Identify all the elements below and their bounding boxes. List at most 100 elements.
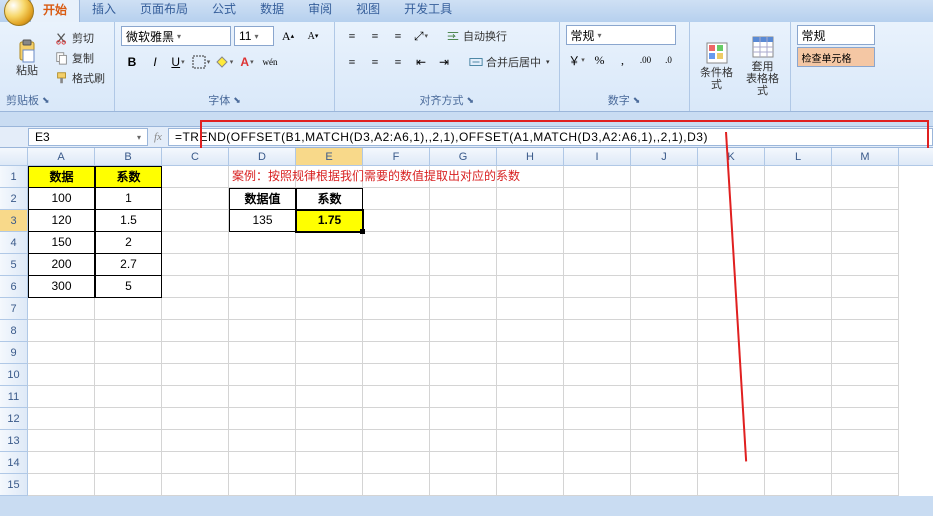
cell-D9[interactable] [229, 342, 296, 364]
align-expand-icon[interactable]: ⬊ [466, 95, 474, 106]
col-header-D[interactable]: D [229, 148, 296, 165]
cell-G15[interactable] [430, 474, 497, 496]
cell-E5[interactable] [296, 254, 363, 276]
cell-K10[interactable] [698, 364, 765, 386]
cell-L2[interactable] [765, 188, 832, 210]
phonetic-button[interactable]: wén [259, 51, 281, 73]
cell-J1[interactable] [631, 166, 698, 188]
cell-G14[interactable] [430, 452, 497, 474]
select-all-corner[interactable] [0, 148, 28, 165]
cell-C6[interactable] [162, 276, 229, 298]
cell-K2[interactable] [698, 188, 765, 210]
cell-D3[interactable]: 135 [229, 210, 296, 232]
cell-G9[interactable] [430, 342, 497, 364]
cell-C3[interactable] [162, 210, 229, 232]
cell-D14[interactable] [229, 452, 296, 474]
italic-button[interactable]: I [144, 51, 166, 73]
col-header-A[interactable]: A [28, 148, 95, 165]
cell-B10[interactable] [95, 364, 162, 386]
cell-L13[interactable] [765, 430, 832, 452]
cell-G4[interactable] [430, 232, 497, 254]
cell-M1[interactable] [832, 166, 899, 188]
align-center-button[interactable]: ≡ [364, 51, 386, 73]
cell-K11[interactable] [698, 386, 765, 408]
cell-H5[interactable] [497, 254, 564, 276]
wrap-text-button[interactable]: 自动换行 [443, 27, 510, 45]
col-header-K[interactable]: K [698, 148, 765, 165]
comma-button[interactable]: , [612, 49, 634, 71]
cell-H2[interactable] [497, 188, 564, 210]
col-header-J[interactable]: J [631, 148, 698, 165]
row-header-2[interactable]: 2 [0, 188, 28, 210]
cell-L8[interactable] [765, 320, 832, 342]
cell-I3[interactable] [564, 210, 631, 232]
cell-L1[interactable] [765, 166, 832, 188]
align-middle-button[interactable]: ≡ [364, 25, 386, 47]
col-header-C[interactable]: C [162, 148, 229, 165]
cell-J8[interactable] [631, 320, 698, 342]
cell-A13[interactable] [28, 430, 95, 452]
cell-C15[interactable] [162, 474, 229, 496]
cell-E8[interactable] [296, 320, 363, 342]
cell-F11[interactable] [363, 386, 430, 408]
cell-F10[interactable] [363, 364, 430, 386]
cell-M15[interactable] [832, 474, 899, 496]
cell-M3[interactable] [832, 210, 899, 232]
row-header-5[interactable]: 5 [0, 254, 28, 276]
cell-A14[interactable] [28, 452, 95, 474]
cell-L9[interactable] [765, 342, 832, 364]
number-expand-icon[interactable]: ⬊ [633, 95, 641, 106]
cell-M14[interactable] [832, 452, 899, 474]
row-header-8[interactable]: 8 [0, 320, 28, 342]
font-size-combo[interactable]: 11▾ [234, 26, 274, 46]
border-button[interactable] [190, 51, 212, 73]
cell-style-check[interactable]: 检查单元格 [797, 47, 875, 67]
format-painter-button[interactable]: 格式刷 [52, 69, 108, 87]
cell-B8[interactable] [95, 320, 162, 342]
cell-M5[interactable] [832, 254, 899, 276]
cell-K4[interactable] [698, 232, 765, 254]
cell-L7[interactable] [765, 298, 832, 320]
cell-I15[interactable] [564, 474, 631, 496]
cell-B13[interactable] [95, 430, 162, 452]
cell-F4[interactable] [363, 232, 430, 254]
cell-A10[interactable] [28, 364, 95, 386]
cell-C9[interactable] [162, 342, 229, 364]
cell-F7[interactable] [363, 298, 430, 320]
cell-H7[interactable] [497, 298, 564, 320]
row-header-13[interactable]: 13 [0, 430, 28, 452]
cell-D13[interactable] [229, 430, 296, 452]
cell-C12[interactable] [162, 408, 229, 430]
cell-C2[interactable] [162, 188, 229, 210]
cell-I8[interactable] [564, 320, 631, 342]
cell-I9[interactable] [564, 342, 631, 364]
cell-F8[interactable] [363, 320, 430, 342]
orientation-button[interactable]: ⤢ [410, 25, 432, 47]
cell-D8[interactable] [229, 320, 296, 342]
cell-L11[interactable] [765, 386, 832, 408]
cell-E13[interactable] [296, 430, 363, 452]
cell-E4[interactable] [296, 232, 363, 254]
cell-D6[interactable] [229, 276, 296, 298]
cell-M9[interactable] [832, 342, 899, 364]
cell-A11[interactable] [28, 386, 95, 408]
row-header-9[interactable]: 9 [0, 342, 28, 364]
cell-G13[interactable] [430, 430, 497, 452]
cell-F15[interactable] [363, 474, 430, 496]
cell-G5[interactable] [430, 254, 497, 276]
cell-G2[interactable] [430, 188, 497, 210]
cell-C8[interactable] [162, 320, 229, 342]
cell-G7[interactable] [430, 298, 497, 320]
cell-A7[interactable] [28, 298, 95, 320]
cell-L14[interactable] [765, 452, 832, 474]
cell-J4[interactable] [631, 232, 698, 254]
cell-K9[interactable] [698, 342, 765, 364]
cell-B1[interactable]: 系数 [95, 166, 162, 188]
bold-button[interactable]: B [121, 51, 143, 73]
cell-I13[interactable] [564, 430, 631, 452]
col-header-I[interactable]: I [564, 148, 631, 165]
cell-I11[interactable] [564, 386, 631, 408]
tab-2[interactable]: 页面布局 [128, 0, 200, 22]
cell-I6[interactable] [564, 276, 631, 298]
tab-4[interactable]: 数据 [248, 0, 296, 22]
